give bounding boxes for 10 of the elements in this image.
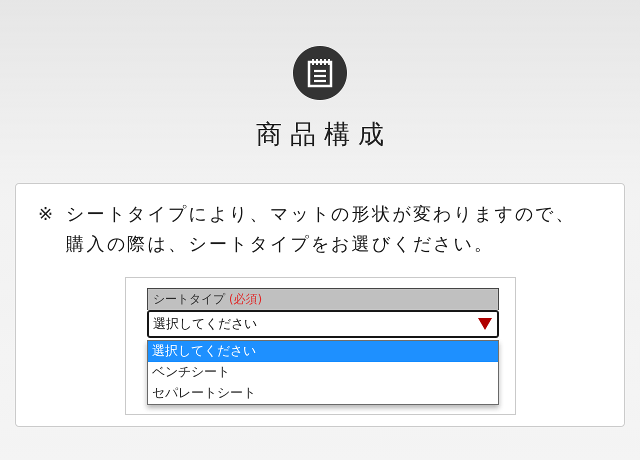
note-mark: ※ <box>38 203 56 227</box>
field-label: シートタイプ (必須) <box>147 288 499 310</box>
dropdown-option[interactable]: ベンチシート <box>148 362 498 383</box>
notice-text: シートタイプにより、マットの形状が変わりますので、 <box>66 203 576 227</box>
dropdown-arrow-icon <box>478 318 492 330</box>
notepad-icon <box>293 46 347 100</box>
page-title: 商品構成 <box>255 119 392 152</box>
notice-text: 購入の際は、シートタイプをお選びください。 <box>66 233 496 257</box>
seat-type-select[interactable]: 選択してください <box>147 310 499 338</box>
dropdown-option[interactable]: セパレートシート <box>148 383 498 404</box>
